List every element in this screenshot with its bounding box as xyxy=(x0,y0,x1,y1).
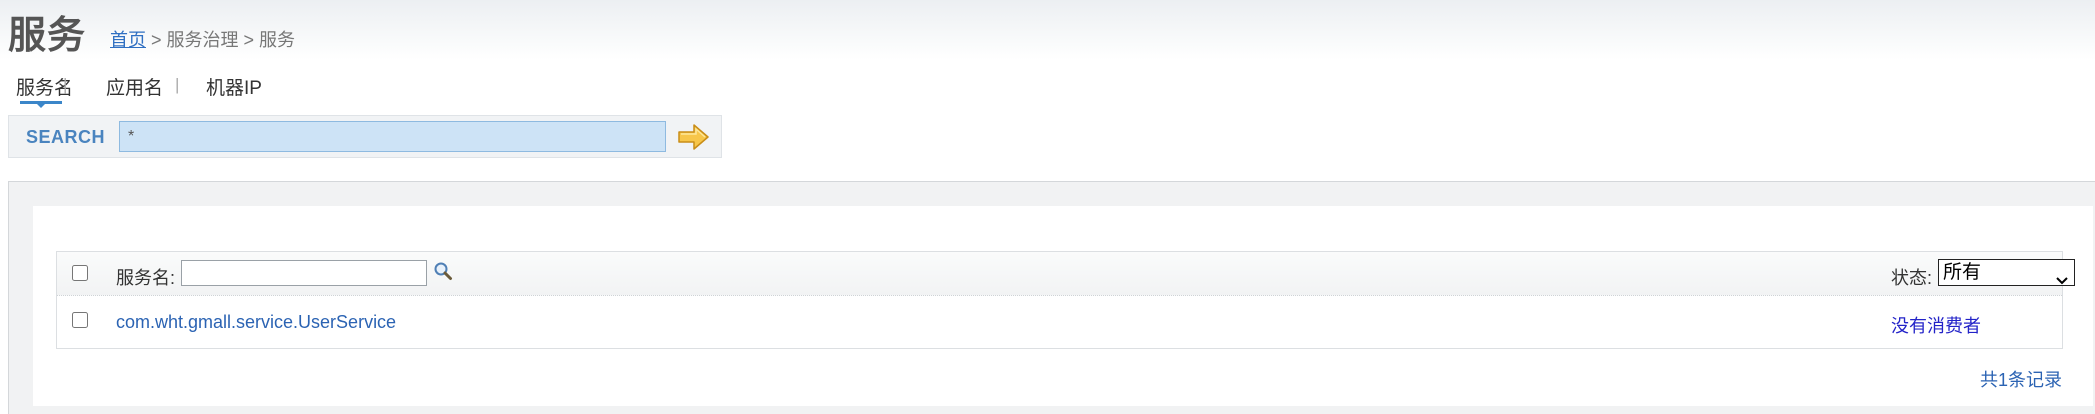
breadcrumb-home-link[interactable]: 首页 xyxy=(110,30,146,50)
content-panel: 服务名: 状态: 所有 com.wht.gmall.service.UserSe… xyxy=(8,181,2095,414)
table-row: com.wht.gmall.service.UserService 没有消费者 xyxy=(57,296,2062,348)
breadcrumb-path: > 服务治理 > 服务 xyxy=(146,30,296,50)
search-input[interactable] xyxy=(119,121,666,152)
row-checkbox[interactable] xyxy=(72,312,88,328)
magnifier-icon[interactable] xyxy=(433,261,453,286)
active-tab-arrow xyxy=(37,104,45,108)
content-card: 服务名: 状态: 所有 com.wht.gmall.service.UserSe… xyxy=(33,206,2093,406)
status-filter-label: 状态: xyxy=(1891,268,1933,288)
arrow-right-icon[interactable] xyxy=(677,122,711,152)
select-all-checkbox[interactable] xyxy=(72,265,88,281)
breadcrumb: 首页 > 服务治理 > 服务 xyxy=(110,26,295,52)
tab-application-name[interactable]: 应用名 xyxy=(106,73,163,100)
record-count: 共1条记录 xyxy=(1980,370,2063,390)
consumer-status-link[interactable]: 没有消费者 xyxy=(1891,312,1981,338)
tab-separator: | xyxy=(175,75,180,94)
service-filter-label: 服务名: xyxy=(116,268,176,288)
page-title: 服务 xyxy=(8,13,87,57)
chevron-down-icon xyxy=(2056,268,2068,293)
header-band xyxy=(0,0,2095,60)
service-name-link[interactable]: com.wht.gmall.service.UserService xyxy=(116,312,396,333)
search-bar: SEARCH xyxy=(8,115,722,158)
tab-machine-ip[interactable]: 机器IP xyxy=(206,73,262,100)
service-filter-input[interactable] xyxy=(181,260,427,286)
table-header: 服务名: 状态: 所有 xyxy=(57,252,2075,296)
status-select-value: 所有 xyxy=(1943,262,1982,283)
tab-separator: | xyxy=(63,75,68,94)
service-table: 服务名: 状态: 所有 com.wht.gmall.service.UserSe… xyxy=(56,251,2075,349)
status-select[interactable]: 所有 xyxy=(1938,259,2075,286)
search-label: SEARCH xyxy=(26,127,106,147)
